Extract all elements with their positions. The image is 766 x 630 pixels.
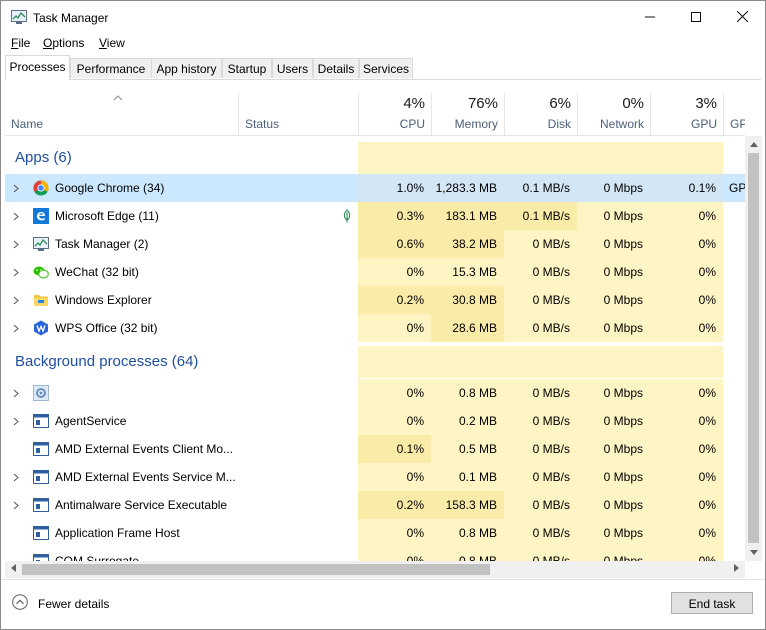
chevron-right-icon[interactable] xyxy=(13,324,19,333)
chevron-right-icon[interactable] xyxy=(13,268,19,277)
wechat-icon xyxy=(33,266,49,279)
vertical-scrollbar[interactable] xyxy=(745,136,762,561)
process-row[interactable]: Google Chrome (34) 1.0% 1,283.3 MB 0.1 M… xyxy=(5,174,745,202)
footer-bar: Fewer details End task xyxy=(1,579,765,629)
service-window-icon xyxy=(33,414,49,428)
process-row[interactable]: Task Manager (2) 0.6% 38.2 MB 0 MB/s 0 M… xyxy=(5,230,745,258)
tab-users[interactable]: Users xyxy=(272,58,313,78)
folder-icon xyxy=(34,295,48,306)
tab-startup[interactable]: Startup xyxy=(222,58,272,78)
horizontal-scrollbar[interactable] xyxy=(5,561,745,578)
efficiency-leaf-icon xyxy=(343,209,351,223)
header-network[interactable]: 0% Network xyxy=(577,93,650,135)
edge-icon xyxy=(33,208,49,224)
header-gpu-engine[interactable]: GPU e xyxy=(723,93,745,135)
menu-file[interactable]: File xyxy=(11,36,30,50)
chevron-up-circle-icon[interactable] xyxy=(12,594,28,610)
process-row[interactable]: Microsoft Edge (11) 0.3% 183.1 MB 0.1 MB… xyxy=(5,202,745,230)
column-header: Name Status 4% CPU 76% Memory 6% Disk 0%… xyxy=(5,93,745,136)
tab-strip: Processes Performance App history Startu… xyxy=(5,55,761,80)
tab-details[interactable]: Details xyxy=(313,58,359,78)
chevron-right-icon[interactable] xyxy=(13,501,19,510)
group-background-processes[interactable]: Background processes (64) xyxy=(5,346,745,378)
scroll-left-icon[interactable] xyxy=(5,561,22,578)
service-window-icon xyxy=(33,498,49,512)
horizontal-scroll-thumb[interactable] xyxy=(22,564,490,575)
chevron-right-icon[interactable] xyxy=(13,184,19,193)
title-bar[interactable]: Task Manager xyxy=(1,1,765,33)
gear-icon xyxy=(33,385,49,401)
tab-services[interactable]: Services xyxy=(359,58,413,78)
service-window-icon xyxy=(33,442,49,456)
scroll-up-icon[interactable] xyxy=(745,136,762,153)
service-window-icon xyxy=(33,554,49,561)
menu-options[interactable]: Options xyxy=(43,36,84,50)
process-row[interactable]: Windows Explorer 0.2% 30.8 MB 0 MB/s 0 M… xyxy=(5,286,745,314)
process-row[interactable]: Antimalware Service Executable 0.2% 158.… xyxy=(5,491,745,519)
task-manager-icon xyxy=(33,237,49,251)
chrome-icon xyxy=(33,180,49,196)
tab-processes[interactable]: Processes xyxy=(5,55,70,80)
group-apps[interactable]: Apps (6) xyxy=(5,142,745,174)
close-button[interactable] xyxy=(719,1,765,33)
fewer-details-link[interactable]: Fewer details xyxy=(38,597,109,611)
header-memory[interactable]: 76% Memory xyxy=(431,93,504,135)
process-row[interactable]: COM Surrogate 0% 0.8 MB 0 MB/s 0 Mbps 0% xyxy=(5,547,745,561)
task-manager-window: Task Manager File Options View Processes… xyxy=(0,0,766,630)
header-disk[interactable]: 6% Disk xyxy=(504,93,577,135)
task-manager-icon xyxy=(11,10,27,24)
process-row[interactable]: 0% 0.8 MB 0 MB/s 0 Mbps 0% xyxy=(5,379,745,407)
chevron-right-icon[interactable] xyxy=(13,417,19,426)
service-window-icon xyxy=(33,470,49,484)
header-status[interactable]: Status xyxy=(238,93,358,135)
maximize-button[interactable] xyxy=(673,1,719,33)
process-row[interactable]: AMD External Events Service M... 0% 0.1 … xyxy=(5,463,745,491)
menu-view[interactable]: View xyxy=(99,36,125,50)
chevron-right-icon[interactable] xyxy=(13,473,19,482)
end-task-button[interactable]: End task xyxy=(671,592,753,614)
minimize-icon xyxy=(645,16,655,18)
maximize-icon xyxy=(691,12,701,22)
header-name[interactable]: Name xyxy=(5,93,238,135)
minimize-button[interactable] xyxy=(627,1,673,33)
header-cpu[interactable]: 4% CPU xyxy=(358,93,431,135)
service-window-icon xyxy=(33,526,49,540)
sort-caret-icon xyxy=(113,95,123,101)
scroll-right-icon[interactable] xyxy=(728,561,745,578)
process-row[interactable]: AgentService 0% 0.2 MB 0 MB/s 0 Mbps 0% xyxy=(5,407,745,435)
window-title: Task Manager xyxy=(33,11,109,25)
process-row[interactable]: AMD External Events Client Mo... 0.1% 0.… xyxy=(5,435,745,463)
process-row[interactable]: WPS Office (32 bit) 0% 28.6 MB 0 MB/s 0 … xyxy=(5,314,745,342)
process-list: Apps (6) Google Chrome (34) 1.0% 1,283.3… xyxy=(5,136,745,561)
process-row[interactable]: Application Frame Host 0% 0.8 MB 0 MB/s … xyxy=(5,519,745,547)
chevron-right-icon[interactable] xyxy=(13,240,19,249)
chevron-right-icon[interactable] xyxy=(13,212,19,221)
vertical-scroll-thumb[interactable] xyxy=(748,153,759,543)
chevron-right-icon[interactable] xyxy=(13,296,19,305)
scroll-down-icon[interactable] xyxy=(745,544,762,561)
process-row[interactable]: WeChat (32 bit) 0% 15.3 MB 0 MB/s 0 Mbps… xyxy=(5,258,745,286)
wps-icon xyxy=(34,320,48,336)
close-icon xyxy=(736,10,748,23)
header-gpu[interactable]: 3% GPU xyxy=(650,93,723,135)
chevron-right-icon[interactable] xyxy=(13,389,19,398)
tab-performance[interactable]: Performance xyxy=(70,58,152,78)
tab-app-history[interactable]: App history xyxy=(151,58,222,78)
